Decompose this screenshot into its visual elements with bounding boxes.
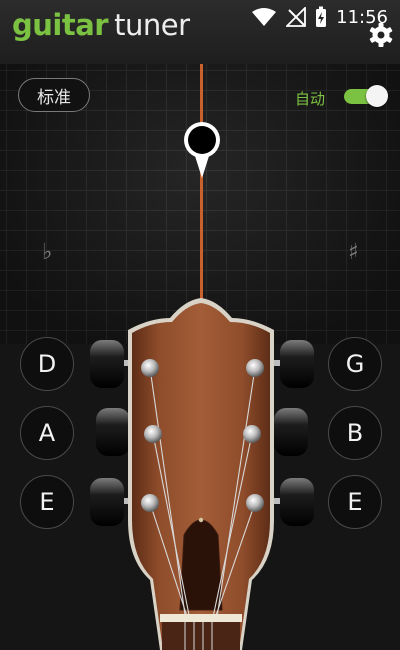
guitar-tuner-app: guitar tuner 11:56 ♭ ♯ 标准 自动 D A E G B E bbox=[0, 0, 400, 650]
string-button-left-2[interactable]: A bbox=[20, 406, 74, 460]
string-note: E bbox=[347, 488, 363, 516]
guitar-headstock bbox=[90, 298, 314, 650]
string-button-right-1[interactable]: G bbox=[328, 337, 382, 391]
string-button-right-2[interactable]: B bbox=[328, 406, 382, 460]
string-note: E bbox=[39, 488, 55, 516]
string-note: D bbox=[37, 350, 57, 378]
string-note: A bbox=[38, 419, 56, 447]
string-button-left-3[interactable]: E bbox=[20, 475, 74, 529]
string-note: G bbox=[345, 350, 365, 378]
string-note: B bbox=[346, 419, 364, 447]
string-button-right-3[interactable]: E bbox=[328, 475, 382, 529]
string-button-left-1[interactable]: D bbox=[20, 337, 74, 391]
